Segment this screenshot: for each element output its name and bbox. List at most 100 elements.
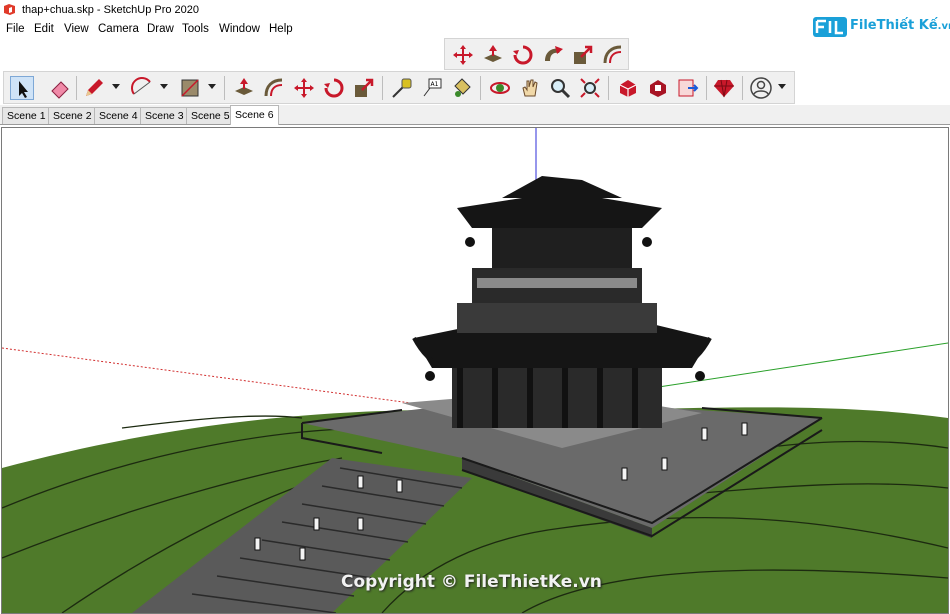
extension-manager-icon xyxy=(714,79,734,98)
arc-tool-button[interactable] xyxy=(130,76,154,100)
move-tool-button-main[interactable] xyxy=(292,76,316,100)
offset-icon xyxy=(603,45,622,64)
menu-edit[interactable]: Edit xyxy=(34,22,54,37)
arc-dropdown-chevron-icon[interactable] xyxy=(160,84,168,89)
3d-warehouse-button[interactable] xyxy=(616,76,640,100)
tape-measure-tool-button[interactable] xyxy=(390,76,414,100)
paint-bucket-icon xyxy=(454,78,471,97)
move-tool-button[interactable] xyxy=(451,43,475,67)
menu-help[interactable]: Help xyxy=(269,22,293,37)
push-pull-tool-button[interactable] xyxy=(481,43,505,67)
filethietke-logo: FileThiết Kế.vn xyxy=(812,15,950,39)
main-toolbar: A1 xyxy=(3,71,795,104)
logo-badge-icon xyxy=(813,17,847,37)
pan-icon xyxy=(522,79,538,97)
pagoda-model-render xyxy=(2,128,948,613)
pan-tool-button[interactable] xyxy=(518,76,542,100)
toolbar-separator xyxy=(608,76,609,100)
zoom-icon xyxy=(551,79,571,99)
move-icon xyxy=(294,78,314,98)
menu-view[interactable]: View xyxy=(64,22,89,37)
toolbar-separator xyxy=(480,76,481,100)
pagoda-middle-tier xyxy=(457,303,657,333)
scene-tab-3[interactable]: Scene 3 xyxy=(140,107,189,124)
push-pull-icon xyxy=(484,45,502,62)
edit-toolbar xyxy=(444,38,629,70)
toolbar-separator xyxy=(224,76,225,100)
arc-icon xyxy=(131,77,151,95)
paint-bucket-tool-button[interactable] xyxy=(450,76,474,100)
rectangle-tool-button[interactable] xyxy=(178,76,202,100)
offset-tool-button[interactable] xyxy=(601,43,625,67)
scene-tab-4[interactable]: Scene 4 xyxy=(94,107,143,124)
svg-text:A1: A1 xyxy=(431,81,439,88)
model-viewport[interactable]: Copyright © FileThietKe.vn xyxy=(1,127,949,614)
window-title: thap+chua.skp - SketchUp Pro 2020 xyxy=(22,4,200,16)
rotate-icon xyxy=(513,45,533,65)
scene-tab-5[interactable]: Scene 5 xyxy=(186,107,235,124)
scale-icon xyxy=(574,45,593,64)
balcony-railing xyxy=(477,278,637,288)
scene-tab-2[interactable]: Scene 2 xyxy=(48,107,97,124)
menu-camera[interactable]: Camera xyxy=(98,22,139,37)
menu-window[interactable]: Window xyxy=(219,22,260,37)
logo-text: FileThiết Kế.vn xyxy=(850,18,950,33)
pagoda-upper-hall xyxy=(492,223,632,268)
account-icon xyxy=(750,77,772,99)
toolbar-separator xyxy=(76,76,77,100)
move-icon xyxy=(453,45,473,65)
rectangle-icon xyxy=(181,79,199,97)
rectangle-dropdown-chevron-icon[interactable] xyxy=(208,84,216,89)
menu-tools[interactable]: Tools xyxy=(182,22,209,37)
pagoda-upper-roof xyxy=(457,198,662,228)
follow-me-tool-button[interactable] xyxy=(541,43,565,67)
scale-tool-button-main[interactable] xyxy=(352,76,376,100)
pencil-icon xyxy=(86,79,103,96)
zoom-extents-icon xyxy=(580,78,600,98)
toolbar-separator xyxy=(382,76,383,100)
copyright-watermark: Copyright © FileThietKe.vn xyxy=(341,572,602,592)
select-tool-button[interactable] xyxy=(10,76,34,100)
menu-file[interactable]: File xyxy=(6,22,25,37)
orbit-icon xyxy=(490,82,510,94)
follow-me-icon xyxy=(545,46,563,61)
extension-warehouse-icon xyxy=(650,80,666,97)
pagoda-lower-hall xyxy=(452,368,662,428)
extension-manager-button[interactable] xyxy=(712,76,736,100)
rotate-icon xyxy=(324,78,344,98)
offset-tool-button-main[interactable] xyxy=(262,76,286,100)
rotate-tool-button[interactable] xyxy=(511,43,535,67)
orbit-tool-button[interactable] xyxy=(488,76,512,100)
eraser-tool-button[interactable] xyxy=(48,76,72,100)
account-dropdown-chevron-icon[interactable] xyxy=(778,84,786,89)
tape-measure-icon xyxy=(392,78,412,98)
select-icon xyxy=(19,81,28,98)
pencil-dropdown-chevron-icon[interactable] xyxy=(112,84,120,89)
scene-tab-6[interactable]: Scene 6 xyxy=(230,105,279,125)
push-pull-icon xyxy=(235,78,253,95)
menu-bar: File Edit View Camera Draw Tools Window … xyxy=(0,20,950,39)
extension-warehouse-button[interactable] xyxy=(646,76,670,100)
3d-warehouse-icon xyxy=(619,80,637,97)
pencil-tool-button[interactable] xyxy=(82,76,106,100)
scene-tabs-bar: Scene 1 Scene 2 Scene 4 Scene 3 Scene 5 … xyxy=(0,105,950,125)
push-pull-tool-button-main[interactable] xyxy=(232,76,256,100)
zoom-extents-tool-button[interactable] xyxy=(578,76,602,100)
toolbar-separator xyxy=(742,76,743,100)
send-to-layout-button[interactable] xyxy=(676,76,700,100)
toolbar-separator xyxy=(706,76,707,100)
offset-icon xyxy=(264,78,283,97)
layout-icon xyxy=(678,79,699,97)
scene-tab-1[interactable]: Scene 1 xyxy=(2,107,51,124)
rotate-tool-button-main[interactable] xyxy=(322,76,346,100)
scale-icon xyxy=(355,78,374,97)
sketchup-app-icon xyxy=(4,4,15,15)
account-button[interactable] xyxy=(749,76,773,100)
menu-draw[interactable]: Draw xyxy=(147,22,174,37)
scale-tool-button[interactable] xyxy=(571,43,595,67)
text-icon: A1 xyxy=(423,78,442,97)
text-tool-button[interactable]: A1 xyxy=(420,76,444,100)
title-bar: thap+chua.skp - SketchUp Pro 2020 xyxy=(0,0,950,20)
eraser-icon xyxy=(51,81,69,99)
zoom-tool-button[interactable] xyxy=(548,76,572,100)
